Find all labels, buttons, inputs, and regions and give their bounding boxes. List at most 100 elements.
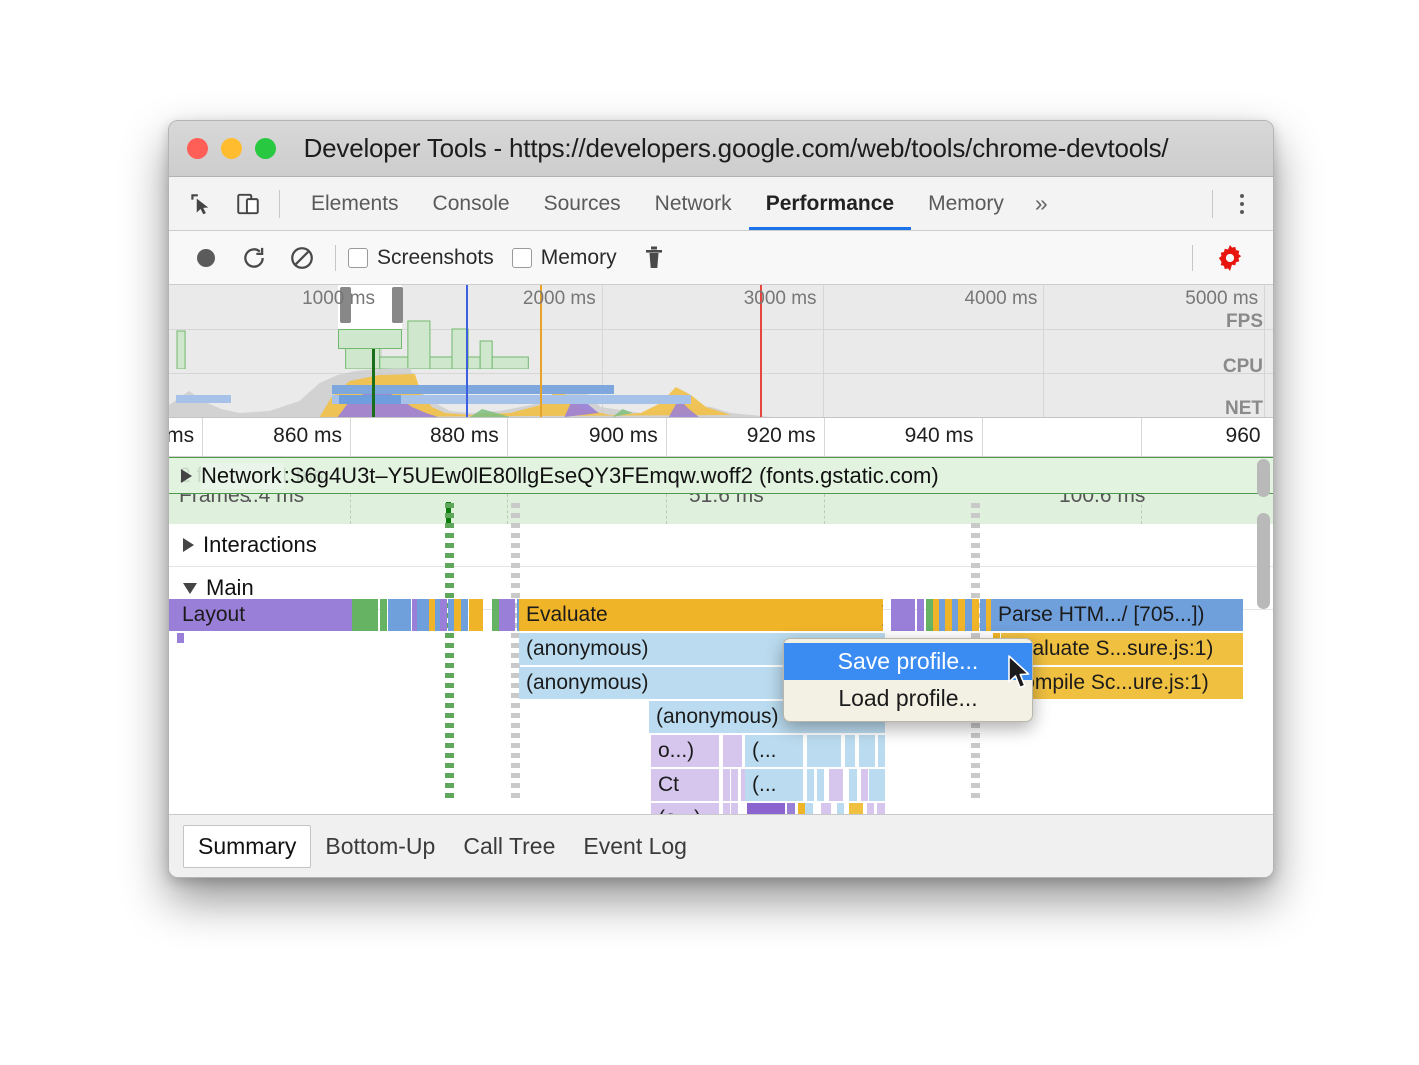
flame-bar[interactable] [723, 769, 730, 801]
flame-bar[interactable] [817, 769, 824, 801]
inspect-cursor-icon[interactable] [183, 187, 217, 221]
menu-item-load-profile[interactable]: Load profile... [784, 680, 1032, 717]
overview-section-fps: FPS [1226, 311, 1263, 333]
flame-bar[interactable]: o...) [651, 735, 719, 767]
flame-bar[interactable]: Layout [175, 599, 338, 631]
window-title: Developer Tools - https://developers.goo… [169, 133, 1273, 164]
flame-bar[interactable] [878, 735, 885, 767]
frame-cell[interactable] [350, 494, 508, 524]
more-tabs-icon[interactable]: » [1021, 177, 1062, 230]
overview-section-net: NET [1225, 398, 1263, 418]
clear-recording-icon[interactable] [283, 239, 321, 277]
flame-bar[interactable]: (... [745, 735, 803, 767]
tab-bottom-up[interactable]: Bottom-Up [311, 826, 449, 867]
flame-bar-evaluate-script[interactable]: Evaluate S...sure.js:1) [1001, 633, 1243, 665]
tracks-scrollbar-thumb-top[interactable] [1257, 459, 1270, 497]
tab-console[interactable]: Console [416, 177, 527, 230]
tracks-scrollbar-thumb[interactable] [1257, 513, 1270, 609]
tab-sources[interactable]: Sources [527, 177, 638, 230]
flame-bar[interactable] [404, 599, 411, 631]
triangle-down-icon[interactable] [183, 583, 197, 594]
flame-bar[interactable] [821, 735, 841, 767]
flame-bar-compile-script[interactable]: Compile Sc...ure.js:1) [1001, 667, 1243, 699]
net-band-selected [339, 395, 401, 404]
frame-cell[interactable] [507, 494, 667, 524]
tab-summary[interactable]: Summary [183, 825, 311, 868]
flame-bar[interactable] [869, 769, 885, 801]
flame-bar[interactable] [352, 599, 378, 631]
gear-icon[interactable] [1211, 239, 1249, 277]
menu-item-save-profile[interactable]: Save profile... [784, 643, 1032, 680]
tab-performance[interactable]: Performance [749, 177, 911, 230]
reload-and-record-icon[interactable] [235, 239, 273, 277]
flame-bar-label: Compile Sc...ure.js:1) [1008, 671, 1209, 695]
tab-call-tree[interactable]: Call Tree [449, 826, 569, 867]
flame-bar[interactable] [859, 735, 875, 767]
flame-bar[interactable] [417, 599, 424, 631]
flame-bar[interactable] [469, 599, 483, 631]
more-options-icon[interactable] [1227, 189, 1257, 219]
checkbox-box[interactable] [512, 248, 532, 268]
tab-elements[interactable]: Elements [294, 177, 416, 230]
flame-bar[interactable] [499, 599, 515, 631]
flame-bar[interactable] [845, 735, 855, 767]
flame-bar[interactable] [454, 599, 461, 631]
flame-bar[interactable] [695, 599, 831, 631]
checkbox-box[interactable] [348, 248, 368, 268]
toolbar-divider [1212, 190, 1213, 218]
flame-chart[interactable]: Layout [169, 599, 1273, 840]
flame-bar[interactable]: Ct [651, 769, 719, 801]
tracks-pane[interactable]: 2 frames / 1 ms Network :S6g4U3t–Y5UEw0l… [169, 457, 1273, 840]
devtools-window: Developer Tools - https://developers.goo… [168, 120, 1274, 878]
flame-bar[interactable] [380, 599, 387, 631]
flame-bar-evaluate[interactable]: Evaluate [519, 599, 695, 631]
flame-bar-parse-html[interactable]: Parse HTM.../ [705...]) [991, 599, 1243, 631]
flame-bar[interactable] [958, 599, 965, 631]
flame-bar[interactable] [972, 599, 979, 631]
overview-pane[interactable]: 1000 ms 2000 ms 3000 ms 4000 ms 5000 ms … [169, 285, 1273, 418]
flame-bar[interactable] [169, 599, 176, 631]
flame-bar[interactable] [177, 633, 184, 643]
ruler-time-label: 940 ms [905, 424, 982, 448]
flame-bar[interactable] [731, 769, 738, 801]
record-circle-icon[interactable] [187, 239, 225, 277]
flame-bar[interactable] [735, 735, 742, 767]
ruler-gridline [666, 418, 667, 456]
flame-bar[interactable] [945, 599, 952, 631]
ruler-time-label: 880 ms [430, 424, 507, 448]
device-toolbar-icon[interactable] [231, 187, 265, 221]
flame-bar[interactable] [891, 599, 915, 631]
flame-bar[interactable] [829, 769, 843, 801]
track-interactions[interactable]: Interactions [169, 524, 1273, 567]
context-menu[interactable]: Save profile... Load profile... [783, 638, 1033, 722]
overview-selected-fps [338, 329, 402, 349]
flame-bar[interactable] [440, 599, 447, 631]
triangle-right-icon[interactable] [183, 538, 194, 552]
flame-bar[interactable] [814, 735, 821, 767]
flame-bar[interactable] [926, 599, 933, 631]
flame-bar[interactable] [807, 735, 814, 767]
flame-bar[interactable] [461, 599, 468, 631]
flame-bar[interactable] [965, 599, 972, 631]
flame-bar[interactable] [492, 599, 499, 631]
flame-bar-label: (anonymous) [656, 705, 779, 729]
flame-bar[interactable]: ) [831, 599, 883, 631]
flame-bar[interactable] [807, 769, 814, 801]
tab-network[interactable]: Network [638, 177, 749, 230]
frame-duration: ..4 ms [247, 494, 304, 508]
tab-memory[interactable]: Memory [911, 177, 1021, 230]
track-frames[interactable]: Frames ..4 ms 51.6 ms 100.6 ms [169, 494, 1273, 524]
flame-bar[interactable] [917, 599, 924, 631]
triangle-right-icon[interactable] [181, 469, 192, 483]
network-row-header[interactable]: Network :S6g4U3t–Y5UEw0lE80llgEseQY3FEmq… [169, 463, 939, 489]
flame-bar[interactable] [849, 769, 857, 801]
track-network[interactable]: 2 frames / 1 ms Network :S6g4U3t–Y5UEw0l… [169, 457, 1273, 494]
screenshots-checkbox[interactable]: Screenshots [348, 246, 494, 270]
flame-bar[interactable] [338, 599, 352, 631]
tab-label: Bottom-Up [325, 833, 435, 859]
tab-event-log[interactable]: Event Log [569, 826, 701, 867]
flame-bar[interactable]: (... [745, 769, 803, 801]
memory-checkbox[interactable]: Memory [512, 246, 617, 270]
trash-icon[interactable] [635, 239, 673, 277]
flame-bar[interactable] [861, 769, 868, 801]
